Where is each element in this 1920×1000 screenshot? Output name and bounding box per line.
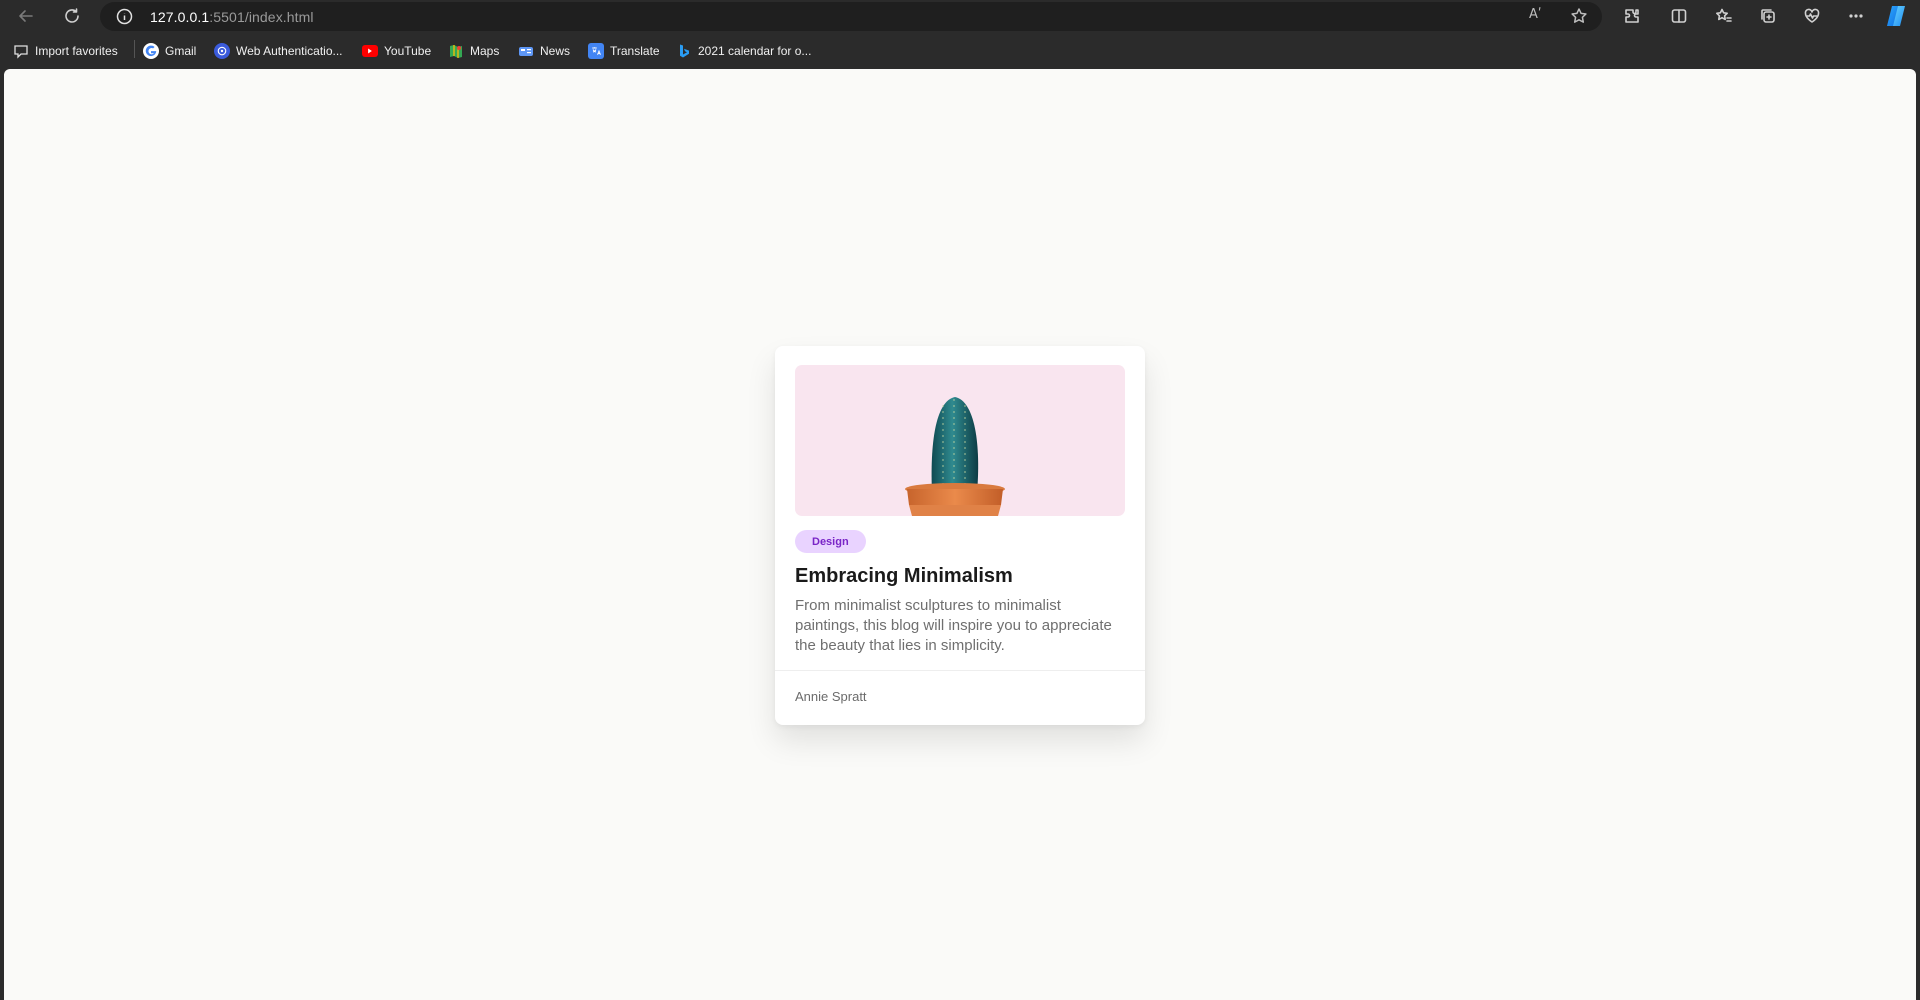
bookmark-import-favorites[interactable]: Import favorites xyxy=(13,42,118,60)
copilot-icon[interactable] xyxy=(1883,4,1909,28)
url-host: 127.0.0.1 xyxy=(150,9,210,25)
category-tag[interactable]: Design xyxy=(795,530,866,553)
bookmark-label: Web Authenticatio... xyxy=(236,44,343,58)
bookmark-translate[interactable]: Translate xyxy=(588,42,660,60)
bookmark-label: Maps xyxy=(470,44,500,58)
collections-icon[interactable] xyxy=(1756,4,1780,28)
browser-essentials-heart-icon[interactable] xyxy=(1800,4,1824,28)
cactus-illustration xyxy=(905,397,1005,516)
bookmark-label: Import favorites xyxy=(35,44,118,58)
youtube-icon xyxy=(362,45,378,57)
card-description: From minimalist sculptures to minimalist… xyxy=(795,597,1112,654)
extensions-puzzle-icon[interactable] xyxy=(1620,4,1644,28)
bookmark-news[interactable]: News xyxy=(518,42,570,60)
bookmark-label: Gmail xyxy=(165,44,197,58)
bookmark-youtube[interactable]: YouTube xyxy=(362,42,431,60)
import-favorites-icon xyxy=(13,43,29,59)
bing-icon xyxy=(676,43,692,59)
bookmark-gmail[interactable]: Gmail xyxy=(143,42,196,60)
bookmark-label: News xyxy=(540,44,571,58)
url-text[interactable]: 127.0.0.1:5501/index.html xyxy=(150,9,314,25)
translate-icon xyxy=(588,43,604,59)
google-icon xyxy=(143,43,159,59)
bookmark-label: YouTube xyxy=(384,44,432,58)
bookmark-separator xyxy=(134,40,135,58)
news-icon xyxy=(518,43,534,59)
blog-card[interactable]: Design Embracing Minimalism From minimal… xyxy=(775,346,1145,725)
address-bar[interactable]: 127.0.0.1:5501/index.html Aʹ xyxy=(100,2,1602,31)
card-divider xyxy=(775,670,1145,671)
bookmark-maps[interactable]: Maps xyxy=(448,42,499,60)
page-viewport: Design Embracing Minimalism From minimal… xyxy=(4,69,1916,1000)
back-arrow-icon[interactable] xyxy=(14,4,38,28)
author-name: Annie Spratt xyxy=(795,689,867,704)
read-aloud-icon[interactable]: Aʹ xyxy=(1529,7,1549,27)
card-title[interactable]: Embracing Minimalism xyxy=(795,565,1013,588)
bookmark-web-authentication[interactable]: Web Authenticatio... xyxy=(214,42,343,60)
refresh-icon[interactable] xyxy=(60,4,84,28)
split-screen-icon[interactable] xyxy=(1667,4,1691,28)
bookmark-label: 2021 calendar for o... xyxy=(698,44,812,58)
url-path: :5501/index.html xyxy=(209,9,314,25)
maps-icon xyxy=(448,43,464,59)
web-authentication-icon xyxy=(214,43,230,59)
favorite-star-icon[interactable] xyxy=(1570,7,1590,27)
bookmark-label: Translate xyxy=(610,44,660,58)
more-options-icon[interactable] xyxy=(1844,4,1868,28)
bookmark-2021-calendar[interactable]: 2021 calendar for o... xyxy=(676,42,811,60)
favorites-list-icon[interactable] xyxy=(1712,4,1736,28)
site-info-icon[interactable] xyxy=(116,8,133,25)
cactus-image xyxy=(795,365,1125,516)
browser-toolbar: 127.0.0.1:5501/index.html Aʹ xyxy=(0,0,1920,32)
